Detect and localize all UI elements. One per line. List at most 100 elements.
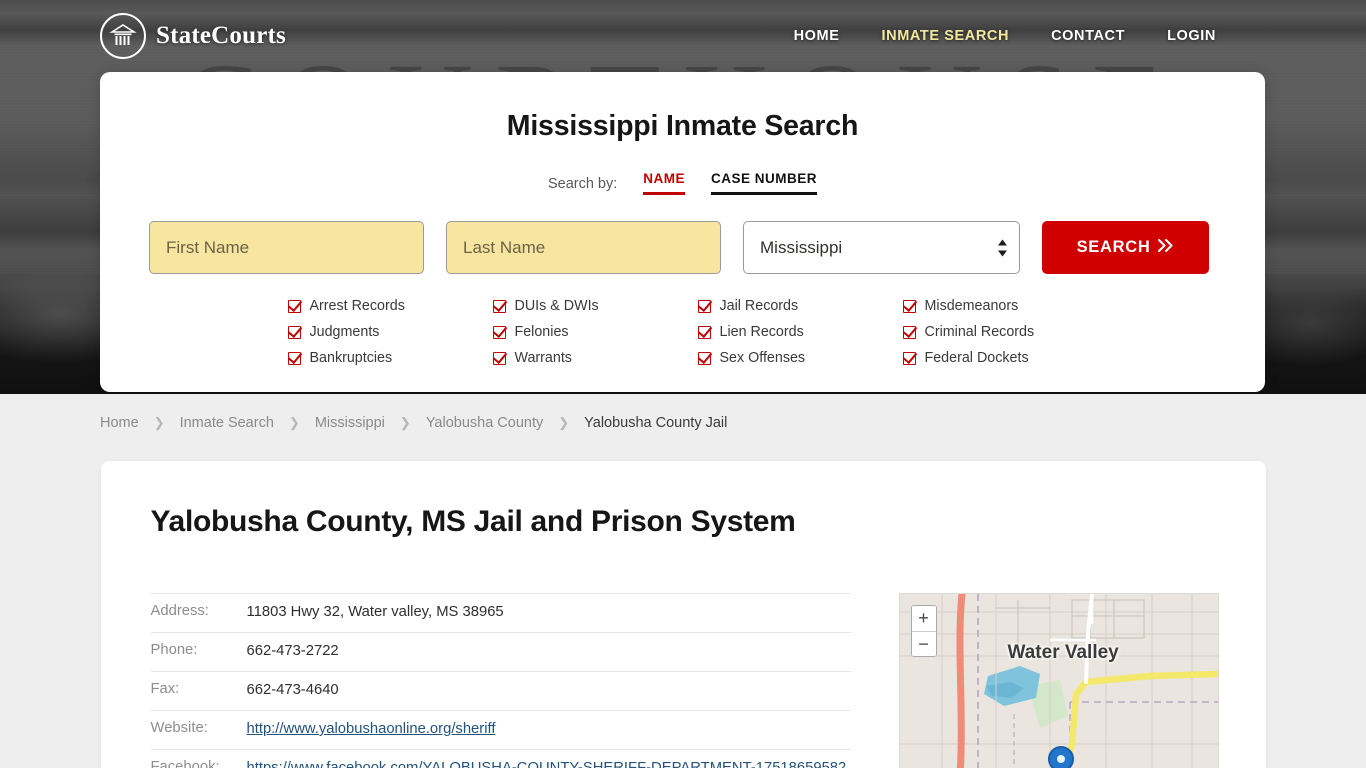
checkbox-misdemeanors[interactable]: Misdemeanors (902, 298, 1108, 314)
row-label-fax: Fax: (150, 680, 180, 697)
checked-box-icon (697, 325, 711, 339)
map-column: + − Water Valley (898, 593, 1219, 768)
courthouse-icon (100, 13, 146, 59)
breadcrumb-item-home[interactable]: Home (100, 415, 139, 431)
record-type-checkbox-grid: Arrest Records DUIs & DWIs Jail Records … (134, 298, 1231, 366)
row-value-address: 11803 Hwy 32, Water valley, MS 38965 (246, 604, 504, 620)
chevron-right-icon: ❯ (399, 415, 411, 430)
top-navigation-bar: StateCourts HOME INMATE SEARCH CONTACT L… (0, 0, 1366, 72)
chevron-right-icon: ❯ (153, 415, 165, 430)
checked-box-icon (697, 299, 711, 313)
map-zoom-controls: + − (910, 605, 937, 657)
search-button[interactable]: SEARCH (1042, 221, 1209, 274)
search-button-label: SEARCH (1076, 238, 1151, 256)
state-select-value: Mississippi (743, 221, 1020, 274)
checkbox-label: Misdemeanors (924, 298, 1019, 314)
checkbox-label: Bankruptcies (309, 350, 393, 366)
double-chevron-right-icon (1158, 238, 1174, 257)
map-zoom-out-button[interactable]: − (911, 631, 936, 656)
checkbox-sex-offenses[interactable]: Sex Offenses (697, 350, 903, 366)
checkbox-warrants[interactable]: Warrants (492, 350, 698, 366)
table-row: Phone: 662-473-2722 (150, 632, 851, 672)
facebook-link[interactable]: https://www.facebook.com/YALOBUSHA-COUNT… (247, 760, 847, 768)
breadcrumb: Home ❯ Inmate Search ❯ Mississippi ❯ Yal… (100, 415, 727, 431)
checkbox-duis-dwis[interactable]: DUIs & DWIs (492, 298, 698, 314)
checked-box-icon (902, 299, 916, 313)
checkbox-arrest-records[interactable]: Arrest Records (287, 298, 493, 314)
brand-logo-link[interactable]: StateCourts (100, 13, 286, 59)
checkbox-label: Jail Records (719, 298, 799, 314)
checkbox-label: Criminal Records (924, 324, 1035, 340)
table-row: Facebook: https://www.facebook.com/YALOB… (151, 749, 851, 768)
brand-name: StateCourts (156, 22, 286, 49)
search-card-title: Mississippi Inmate Search (506, 110, 859, 142)
inmate-search-card: Mississippi Inmate Search Search by: NAM… (100, 72, 1265, 392)
row-label-facebook: Facebook: (150, 758, 220, 768)
checked-box-icon (697, 351, 711, 365)
checkbox-label: Warrants (514, 350, 572, 366)
main-nav: HOME INMATE SEARCH CONTACT LOGIN (794, 28, 1216, 44)
checkbox-judgments[interactable]: Judgments (287, 324, 493, 340)
checkbox-bankruptcies[interactable]: Bankruptcies (287, 350, 493, 366)
row-label-website: Website: (150, 719, 208, 736)
tab-search-by-name[interactable]: NAME (643, 171, 686, 195)
table-row: Fax: 662-473-4640 (150, 671, 851, 711)
checked-box-icon (492, 351, 506, 365)
checked-box-icon (492, 299, 506, 313)
breadcrumb-item-mississippi[interactable]: Mississippi (315, 415, 385, 431)
nav-item-contact[interactable]: CONTACT (1051, 28, 1125, 44)
first-name-input[interactable] (149, 221, 424, 274)
checkbox-criminal-records[interactable]: Criminal Records (902, 324, 1108, 340)
checkbox-label: Federal Dockets (924, 350, 1029, 366)
location-map[interactable]: + − Water Valley (898, 593, 1219, 768)
breadcrumb-item-yalobusha-county[interactable]: Yalobusha County (426, 415, 543, 431)
hero-banner: COURTHOUSE StateCourts HOME INMATE SEARC… (0, 0, 1366, 394)
row-value-facebook: https://www.facebook.com/YALOBUSHA-COUNT… (243, 749, 851, 768)
checked-box-icon (287, 325, 301, 339)
checkbox-lien-records[interactable]: Lien Records (697, 324, 903, 340)
checkbox-felonies[interactable]: Felonies (492, 324, 698, 340)
map-tiles (899, 594, 1218, 768)
checkbox-label: Felonies (514, 324, 569, 340)
checkbox-label: Judgments (309, 324, 380, 340)
table-row: Address: 11803 Hwy 32, Water valley, MS … (150, 593, 851, 633)
checked-box-icon (287, 351, 301, 365)
breadcrumb-item-inmate-search[interactable]: Inmate Search (180, 415, 274, 431)
tab-search-by-case-number[interactable]: CASE NUMBER (711, 171, 818, 195)
checked-box-icon (902, 351, 916, 365)
website-link[interactable]: http://www.yalobushaonline.org/sheriff (247, 721, 496, 737)
row-value-fax: 662-473-4640 (246, 681, 339, 698)
chevron-right-icon: ❯ (288, 415, 300, 430)
facility-detail-card: Yalobusha County, MS Jail and Prison Sys… (100, 461, 1266, 768)
checkbox-label: Arrest Records (309, 298, 405, 314)
facility-info-column: Address: 11803 Hwy 32, Water valley, MS … (150, 593, 851, 768)
checkbox-jail-records[interactable]: Jail Records (697, 298, 903, 314)
chevron-right-icon: ❯ (558, 415, 570, 430)
map-zoom-in-button[interactable]: + (911, 606, 936, 631)
checkbox-label: Lien Records (719, 324, 804, 340)
page-title: Yalobusha County, MS Jail and Prison Sys… (150, 505, 796, 538)
checkbox-label: DUIs & DWIs (514, 298, 599, 314)
state-select[interactable]: Mississippi (743, 221, 1020, 274)
breadcrumb-item-current: Yalobusha County Jail (584, 415, 728, 431)
row-value-phone: 662-473-2722 (246, 642, 339, 659)
breadcrumb-bar: Home ❯ Inmate Search ❯ Mississippi ❯ Yal… (0, 394, 1366, 452)
facility-info-table: Address: 11803 Hwy 32, Water valley, MS … (150, 593, 851, 768)
table-row: Website: http://www.yalobushaonline.org/… (150, 710, 851, 750)
nav-item-login[interactable]: LOGIN (1167, 28, 1216, 44)
checkbox-label: Sex Offenses (719, 350, 806, 366)
nav-item-home[interactable]: HOME (794, 28, 840, 44)
search-by-label: Search by: (547, 176, 618, 192)
checked-box-icon (287, 299, 301, 313)
row-label-phone: Phone: (150, 641, 198, 658)
detail-body: Address: 11803 Hwy 32, Water valley, MS … (150, 593, 1219, 768)
row-label-address: Address: (150, 603, 209, 619)
row-value-website: http://www.yalobushaonline.org/sheriff (243, 710, 851, 749)
checked-box-icon (902, 325, 916, 339)
nav-item-inmate-search[interactable]: INMATE SEARCH (882, 28, 1010, 44)
map-place-label: Water Valley (1007, 642, 1119, 663)
last-name-input[interactable] (446, 221, 721, 274)
search-fields-row: Mississippi SEARCH (134, 221, 1231, 274)
checkbox-federal-dockets[interactable]: Federal Dockets (902, 350, 1108, 366)
search-by-row: Search by: NAME CASE NUMBER (134, 171, 1231, 195)
